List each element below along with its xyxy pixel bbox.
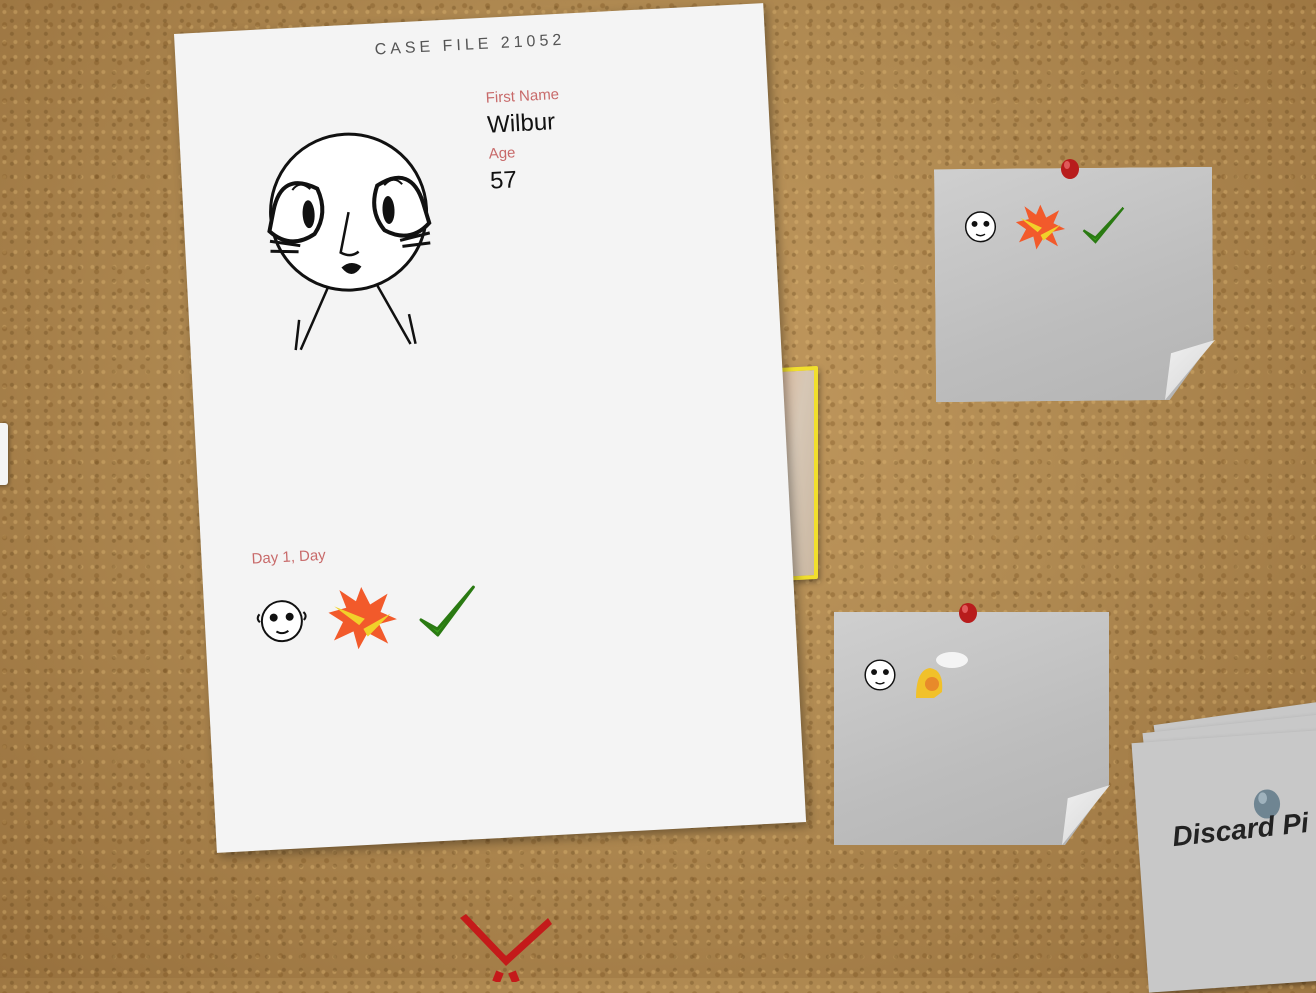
face-icon (864, 659, 896, 691)
red-pushpin-icon (1061, 159, 1079, 179)
report-icons-row (253, 579, 480, 655)
note-icons-row (960, 202, 1126, 251)
case-file-paper[interactable]: CASE FILE 21052 First Name Wilbur Age 57… (174, 3, 807, 853)
fight-icon (1014, 202, 1066, 250)
report-day-label: Day 1, Day (251, 546, 327, 568)
discard-sheet (1131, 729, 1316, 993)
first-name-value: Wilbur (486, 108, 556, 139)
red-pushpin-icon (959, 603, 977, 623)
case-file-title: CASE FILE 21052 (374, 31, 566, 59)
age-label: Age (488, 144, 516, 163)
side-drawer-tab[interactable] (0, 423, 8, 485)
suspect-portrait (267, 132, 432, 351)
face-icon (960, 209, 1000, 245)
speech-icon (916, 652, 968, 698)
note-icons-row (860, 650, 970, 700)
checkmark-icon (419, 585, 475, 637)
fight-icon (328, 586, 397, 650)
face-icon (256, 600, 307, 643)
age-value: 57 (489, 166, 518, 195)
reject-x-icon[interactable] (456, 912, 556, 982)
first-name-label: First Name (485, 85, 560, 107)
checkmark-icon (1080, 205, 1126, 247)
